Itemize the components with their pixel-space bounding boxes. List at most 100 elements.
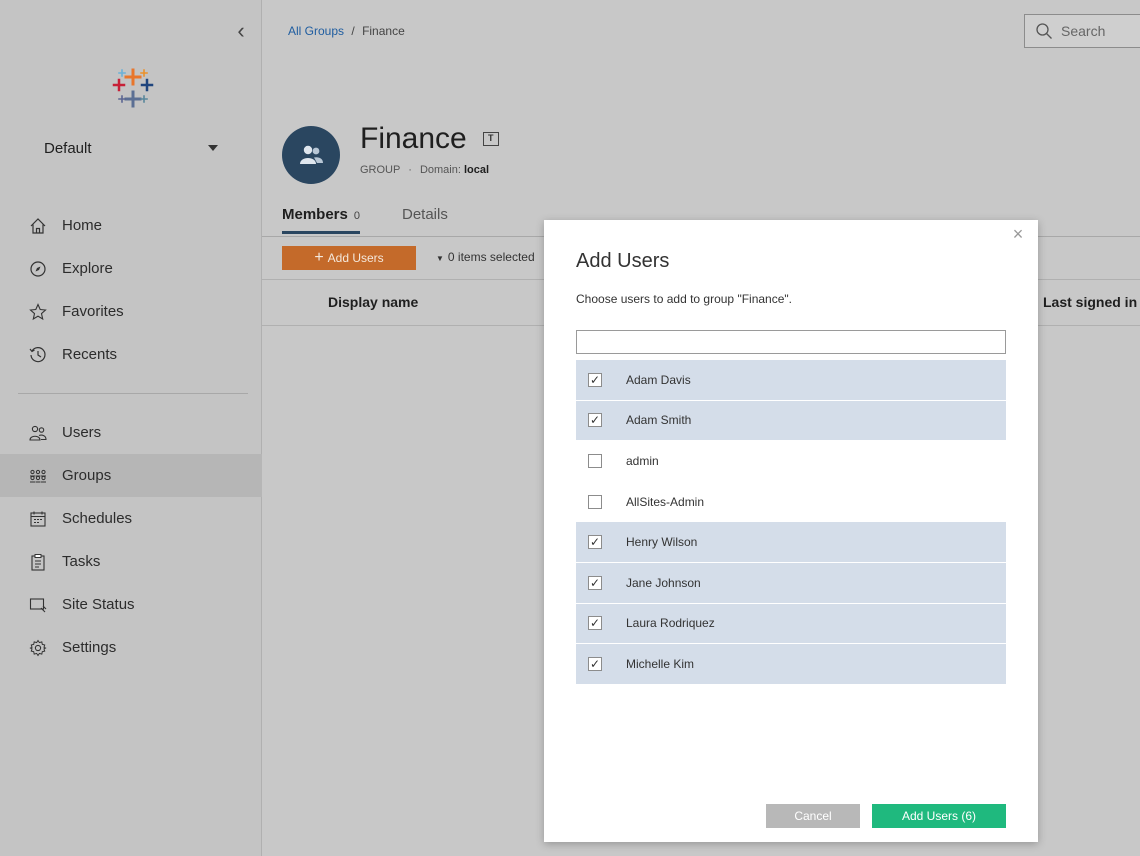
group-meta: GROUP · Domain: local [360,164,489,176]
sidebar-item-label: Groups [62,467,112,484]
user-name: Laura Rodriquez [626,616,715,631]
sidebar-item-label: Schedules [62,510,133,527]
checkbox[interactable]: ✓ [588,575,602,590]
clipboard-icon [28,552,48,572]
column-header-display-name[interactable]: Display name [328,294,418,310]
users-icon [28,423,48,443]
sidebar-item-label: Tasks [62,553,101,570]
tab-details[interactable]: Details [402,206,448,234]
checkbox[interactable]: ✓ [588,372,602,387]
site-name: Default [44,139,92,157]
checkbox[interactable] [588,453,602,468]
search-placeholder: Search [1061,23,1106,39]
tag-badge: T [482,132,499,146]
user-list: ✓ Adam Davis ✓ Adam Smith admin AllSites… [576,360,1006,685]
meta-separator: · [408,164,412,176]
dialog-title: Add Users [576,250,670,272]
checkbox[interactable]: ✓ [588,413,602,428]
sidebar-item-favorites[interactable]: Favorites [0,290,262,333]
cancel-button[interactable]: Cancel [766,804,860,828]
user-name: Adam Davis [626,372,691,387]
star-icon [28,302,48,322]
checkbox[interactable]: ✓ [588,656,602,671]
sidebar-item-label: Site Status [62,596,135,613]
user-name: Michelle Kim [626,656,695,671]
groups-icon [28,466,48,486]
add-users-label: Add Users [327,251,384,265]
tab-members[interactable]: Members 0 [282,206,360,234]
close-icon[interactable]: × [1010,225,1026,243]
user-name: Jane Johnson [626,575,701,590]
confirm-add-users-button[interactable]: Add Users (6) [872,804,1006,828]
selection-dropdown[interactable]: ▼ 0 items selected [436,250,535,264]
sidebar-item-schedules[interactable]: Schedules [0,497,262,540]
checkbox[interactable] [588,494,602,509]
sidebar-item-label: Users [62,424,102,441]
list-item[interactable]: AllSites-Admin [576,482,1006,523]
gear-icon [28,638,48,658]
user-filter-input[interactable] [576,330,1006,354]
site-selector[interactable]: Default [44,136,230,160]
nav-primary: Home Explore Favorites Recents [0,204,262,376]
breadcrumb: All Groups / Finance [288,24,405,38]
tab-label: Members [282,206,348,223]
user-name: Adam Smith [626,413,692,428]
nav-admin: Users Groups Schedules Tasks Site Status… [0,411,262,669]
page-title: Finance T [360,122,499,156]
user-name: AllSites-Admin [626,494,705,509]
list-item[interactable]: ✓ Jane Johnson [576,562,1006,604]
tableau-logo [108,66,158,110]
list-item[interactable]: ✓ Henry Wilson [576,522,1006,563]
selection-count: 0 items selected [447,250,535,264]
sidebar-item-label: Explore [62,260,113,277]
domain-label: Domain: [419,164,461,176]
user-name: admin [626,453,659,468]
tab-label: Details [401,206,448,223]
sidebar-item-label: Recents [62,346,118,363]
calendar-icon [28,509,48,529]
sidebar-item-label: Favorites [62,303,124,320]
sidebar: ‹ Default Home Explore Favorites Recents… [0,0,262,856]
domain-value: local [463,164,490,176]
sidebar-item-groups[interactable]: Groups [0,454,262,497]
list-item[interactable]: ✓ Adam Smith [576,400,1006,442]
search-input[interactable]: Search [1024,14,1140,48]
sidebar-item-home[interactable]: Home [0,204,262,247]
sidebar-item-recents[interactable]: Recents [0,333,262,376]
sidebar-item-site-status[interactable]: Site Status [0,583,262,626]
checkbox[interactable]: ✓ [588,535,602,550]
add-users-button[interactable]: + Add Users [282,246,416,270]
list-item[interactable]: ✓ Michelle Kim [576,644,1006,685]
breadcrumb-all-groups[interactable]: All Groups [288,24,344,38]
column-header-last-signed-in[interactable]: Last signed in [1043,294,1137,310]
explore-icon [28,259,48,279]
tab-bar: Members 0 Details [282,206,490,234]
sidebar-item-tasks[interactable]: Tasks [0,540,262,583]
user-name: Henry Wilson [626,535,698,550]
sidebar-item-settings[interactable]: Settings [0,626,262,669]
breadcrumb-current: Finance [362,24,405,38]
sidebar-item-explore[interactable]: Explore [0,247,262,290]
caret-down-icon: ▼ [436,254,444,263]
list-item[interactable]: ✓ Adam Davis [576,360,1006,401]
sidebar-item-label: Settings [62,639,117,656]
clock-icon [28,345,48,365]
collapse-sidebar-icon[interactable]: ‹ [232,20,250,42]
search-icon [1036,23,1052,39]
list-item[interactable]: admin [576,441,1006,482]
sidebar-item-label: Home [62,217,103,234]
checkbox[interactable]: ✓ [588,616,602,631]
chevron-down-icon [208,145,218,151]
member-count: 0 [353,210,360,222]
group-name: Finance [360,122,467,155]
dialog-description: Choose users to add to group "Finance". [576,292,792,306]
list-item[interactable]: ✓ Laura Rodriquez [576,603,1006,645]
group-icon [300,145,323,164]
sidebar-divider [18,393,248,394]
monitor-icon [28,595,48,615]
plus-icon: + [314,249,324,266]
group-type: GROUP [360,164,401,176]
breadcrumb-separator: / [351,24,355,38]
add-users-dialog: × Add Users Choose users to add to group… [544,220,1038,842]
sidebar-item-users[interactable]: Users [0,411,262,454]
